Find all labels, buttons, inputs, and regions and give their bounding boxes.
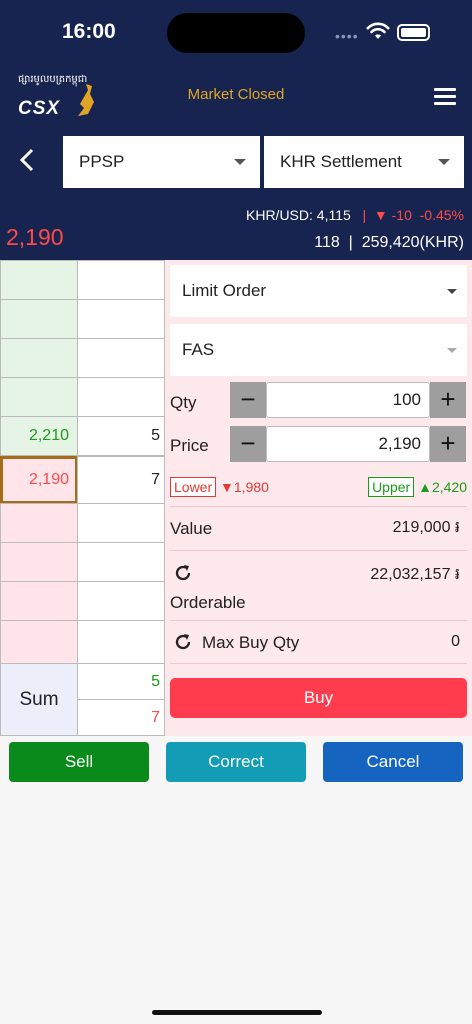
order-type-value: Limit Order <box>182 281 267 300</box>
price-label: Price <box>170 436 209 455</box>
app-header: ផ្សារមូលបត្រកម្ពុជា CSX Market Closed <box>0 62 472 132</box>
notch <box>167 13 305 53</box>
upper-limit: Upper ▲2,420 <box>368 477 467 497</box>
orderable-label: Orderable <box>170 593 246 612</box>
sum-label-cell: Sum <box>0 663 78 736</box>
ask-qty-cell <box>77 260 165 300</box>
hamburger-menu-icon[interactable] <box>434 88 456 105</box>
price-plus-button[interactable]: + <box>430 426 466 462</box>
market-status: Market Closed <box>187 86 285 103</box>
ask-qty-cell <box>77 377 165 417</box>
symbol-value: PPSP <box>79 152 125 171</box>
price-info-bar: 2,190 KHR/USD: 4,115 | ▼ -10 -0.45% 118 … <box>0 192 472 260</box>
refresh-icon[interactable] <box>173 563 193 583</box>
orderable-amount: 22,032,157 ៛ <box>370 566 460 583</box>
settlement-value: KHR Settlement <box>280 152 402 171</box>
max-buy-qty-label: Max Buy Qty <box>202 633 300 652</box>
order-value: 219,000 ៛ <box>392 519 460 536</box>
bid-price-cell[interactable] <box>0 620 78 664</box>
ask-price-cell[interactable] <box>0 338 78 378</box>
upper-badge: Upper <box>368 477 415 497</box>
sell-button[interactable]: Sell <box>9 742 149 782</box>
ask-price-cell[interactable] <box>0 260 78 300</box>
value-label: Value <box>170 519 213 538</box>
price-change: -10 <box>391 207 412 223</box>
price-input[interactable]: 2,190 <box>266 426 430 462</box>
account-value: FAS <box>182 340 215 359</box>
refresh-icon[interactable] <box>173 632 193 652</box>
bid-price-cell[interactable] <box>0 503 78 543</box>
lower-value: 1,980 <box>233 479 269 495</box>
bid-qty-cell: 7 <box>77 456 165 504</box>
qty-input[interactable]: 100 <box>266 382 430 418</box>
chevron-down-icon <box>447 348 457 353</box>
back-arrow-icon[interactable] <box>14 146 40 174</box>
qty-label: Qty <box>170 393 197 412</box>
status-time: 16:00 <box>62 20 116 43</box>
ask-qty-cell: 5 <box>77 416 165 456</box>
status-bar: 16:00 •••• <box>0 0 472 62</box>
ask-qty-cell <box>77 299 165 339</box>
upper-value: 2,420 <box>431 479 467 495</box>
lower-limit: Lower ▼1,980 <box>170 477 269 497</box>
order-type-select[interactable]: Limit Order <box>170 265 467 317</box>
down-triangle-icon: ▼ <box>373 207 388 223</box>
price-minus-button[interactable]: − <box>230 426 266 462</box>
bid-qty-cell <box>77 581 165 621</box>
ask-qty-cell <box>77 338 165 378</box>
divider <box>170 620 467 621</box>
divider <box>170 663 467 664</box>
bid-qty-cell <box>77 542 165 582</box>
wifi-icon <box>366 22 390 39</box>
volume-line: 118 | 259,420(KHR) <box>314 234 464 252</box>
upper-arrow-icon: ▲ <box>414 479 432 495</box>
max-buy-qty-value: 0 <box>451 633 460 650</box>
separator: | <box>362 207 367 223</box>
divider <box>170 506 467 507</box>
traded-value: 259,420(KHR) <box>361 234 464 251</box>
chevron-down-icon <box>438 159 450 165</box>
ask-price-cell[interactable] <box>0 377 78 417</box>
sum-buy-cell: 7 <box>77 699 165 736</box>
sum-sell-cell: 5 <box>77 663 165 700</box>
ask-price-cell[interactable]: 2,210 <box>0 416 78 456</box>
separator: | <box>348 234 353 251</box>
bid-price-cell[interactable] <box>0 581 78 621</box>
battery-icon <box>397 24 430 41</box>
ask-price-cell[interactable] <box>0 299 78 339</box>
home-indicator[interactable] <box>152 1010 322 1015</box>
fx-rate: KHR/USD: 4,115 <box>246 207 351 223</box>
order-book: 2,210 5 2,190 7 Sum 5 7 <box>0 260 165 736</box>
price-change-pct: -0.45% <box>419 207 464 223</box>
settlement-select[interactable]: KHR Settlement <box>264 136 464 188</box>
order-form: Limit Order FAS Qty − 100 + Price − 2,19… <box>165 260 472 736</box>
bid-qty-cell <box>77 503 165 543</box>
divider <box>170 550 467 551</box>
fx-rate-line: KHR/USD: 4,115 | ▼ -10 -0.45% <box>246 207 464 223</box>
chevron-down-icon <box>234 159 246 165</box>
signal-icon: •••• <box>335 28 359 44</box>
symbol-select[interactable]: PPSP <box>63 136 260 188</box>
cancel-button[interactable]: Cancel <box>323 742 463 782</box>
volume: 118 <box>314 234 340 251</box>
qty-plus-button[interactable]: + <box>430 382 466 418</box>
account-select[interactable]: FAS <box>170 324 467 376</box>
lower-badge: Lower <box>170 477 217 497</box>
bid-qty-cell <box>77 620 165 664</box>
buy-button[interactable]: Buy <box>170 678 467 718</box>
last-price: 2,190 <box>6 224 64 250</box>
lower-arrow-icon: ▼ <box>216 479 234 495</box>
qty-minus-button[interactable]: − <box>230 382 266 418</box>
selector-bar: PPSP KHR Settlement <box>0 132 472 192</box>
correct-button[interactable]: Correct <box>166 742 306 782</box>
chevron-down-icon <box>447 289 457 294</box>
bid-price-cell[interactable] <box>0 542 78 582</box>
bid-price-cell-selected[interactable]: 2,190 <box>0 456 78 504</box>
